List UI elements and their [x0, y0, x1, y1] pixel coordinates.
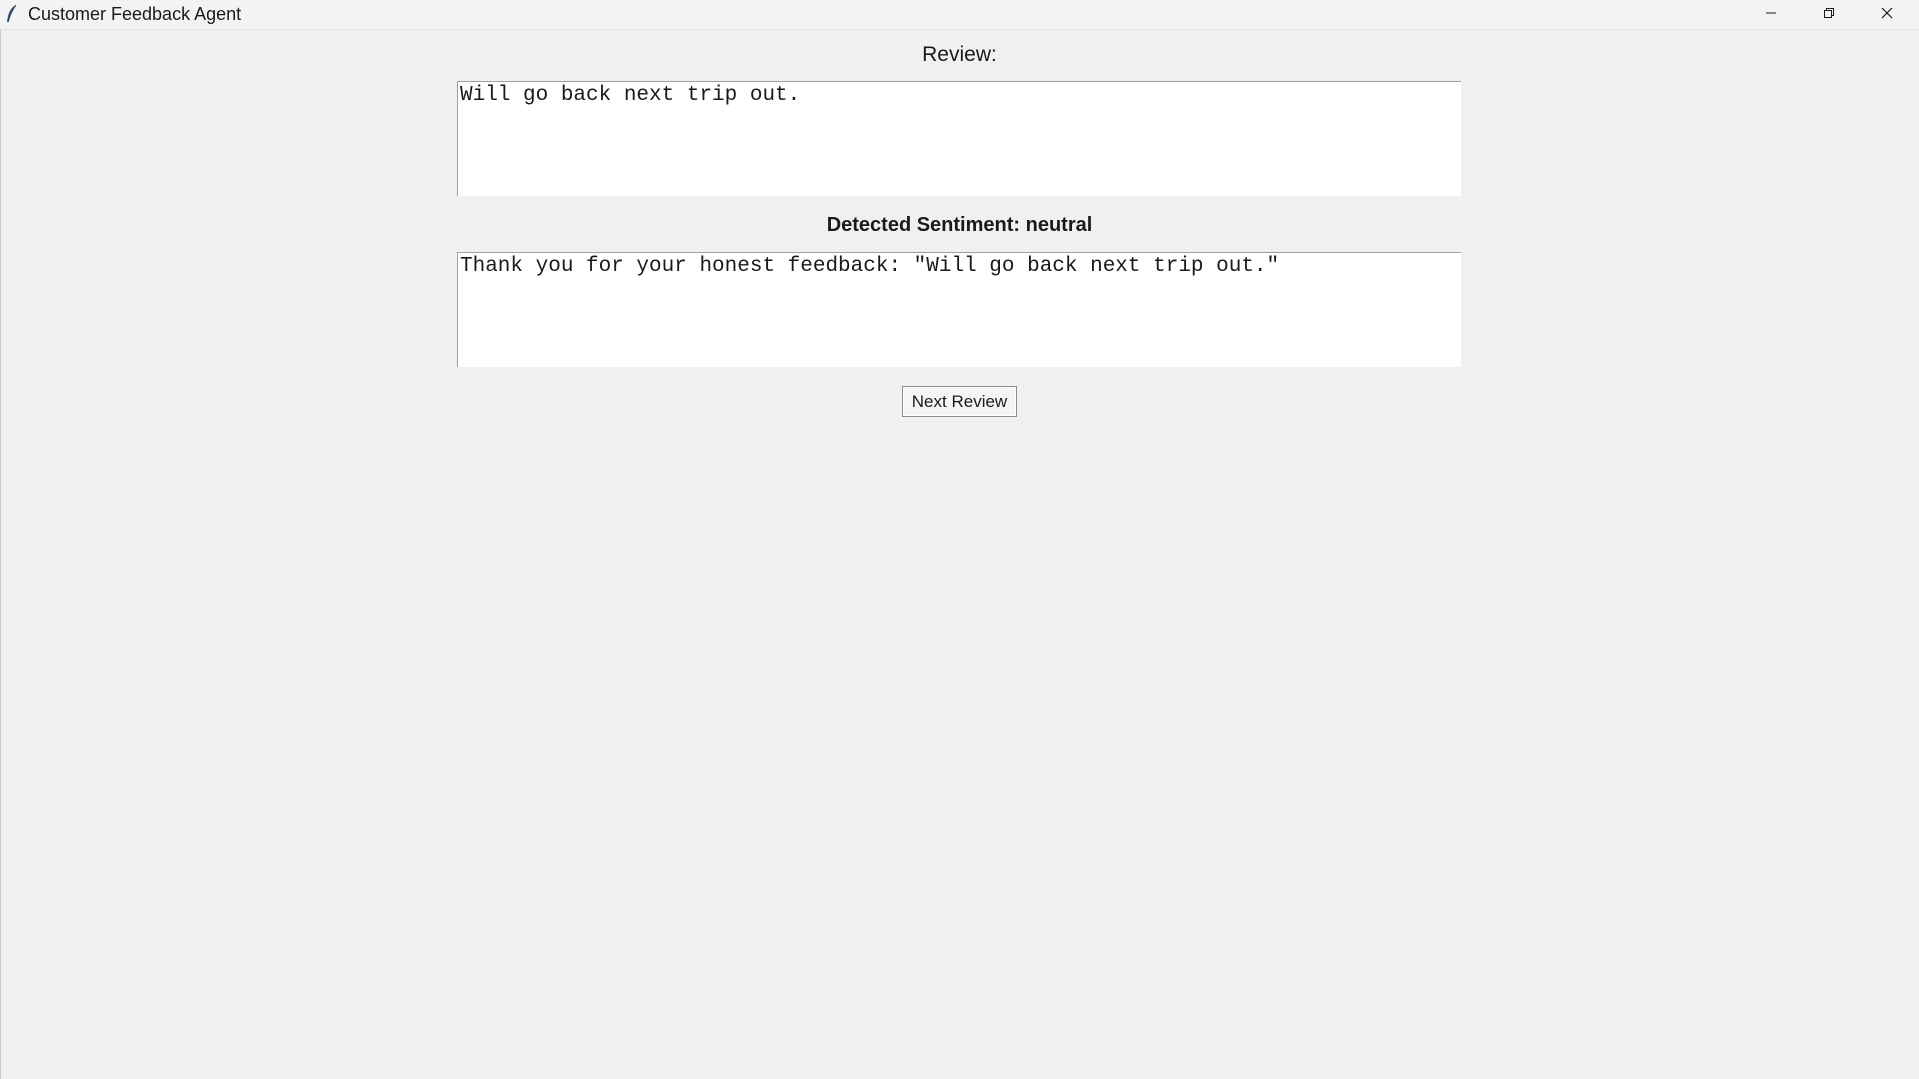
sentiment-label: Detected Sentiment: neutral: [826, 214, 1093, 236]
restore-icon: [1823, 6, 1835, 24]
response-textbox[interactable]: Thank you for your honest feedback: "Wil…: [457, 252, 1461, 367]
minimize-icon: [1765, 6, 1777, 24]
feather-icon: [4, 4, 20, 24]
title-bar[interactable]: Customer Feedback Agent: [0, 0, 1919, 30]
window-border: [0, 29, 1, 1079]
next-review-button[interactable]: Next Review: [902, 386, 1017, 417]
maximize-button[interactable]: [1800, 0, 1858, 29]
close-button[interactable]: [1858, 0, 1916, 29]
minimize-button[interactable]: [1742, 0, 1800, 29]
review-textbox[interactable]: Will go back next trip out.: [457, 81, 1461, 196]
window-title: Customer Feedback Agent: [28, 4, 242, 24]
close-icon: [1881, 6, 1893, 24]
review-label: Review:: [922, 43, 997, 66]
app-window: Customer Feedback Agent Review: Will go …: [0, 0, 1919, 1079]
